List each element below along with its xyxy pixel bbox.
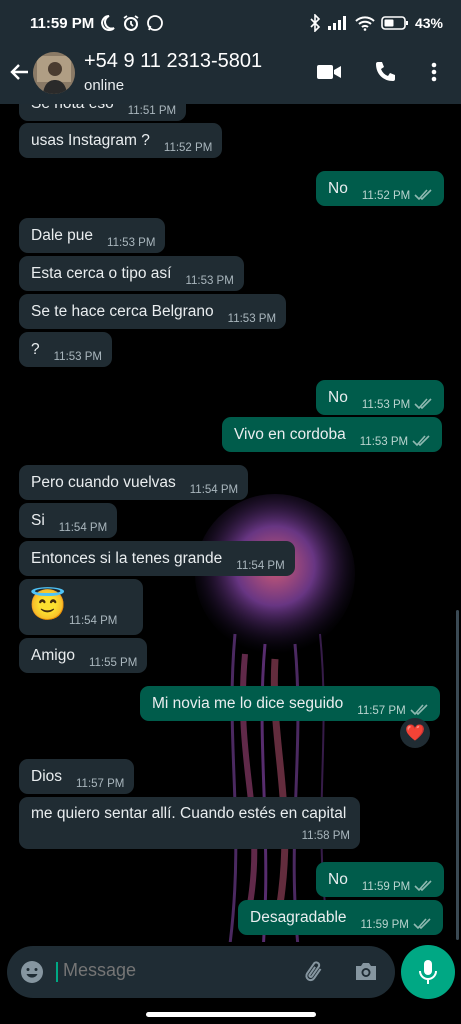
message-outgoing[interactable]: Vivo en cordoba 11:53 PM (222, 417, 443, 452)
message-text: Amigo (31, 647, 75, 664)
message-outgoing[interactable]: Desagradable 11:59 PM (238, 900, 443, 935)
message-time: 11:51 PM (127, 105, 177, 117)
message-text: Pero cuando vuelvas (31, 474, 176, 491)
message-outgoing[interactable]: No 11:59 PM (316, 862, 445, 897)
scrollbar[interactable] (456, 610, 459, 940)
message-incoming[interactable]: Se te hace cerca Belgrano 11:53 PM (19, 294, 287, 329)
message-time: 11:54 PM (236, 560, 285, 572)
message-time: 11:53 PM (185, 275, 234, 287)
message-time: 11:54 PM (58, 522, 108, 534)
signal-icon (327, 16, 346, 30)
message-outgoing[interactable]: Mi novia me lo dice seguido 11:57 PM (140, 686, 440, 721)
message-text: Se nota eso (31, 104, 114, 112)
read-receipt-icon (413, 918, 431, 930)
more-options-icon[interactable] (428, 60, 440, 84)
message-incoming[interactable]: Entonces si la tenes grande 11:54 PM (19, 541, 295, 576)
message-incoming[interactable]: Dios 11:57 PM (19, 759, 135, 794)
home-indicator[interactable] (146, 1012, 316, 1017)
message-incoming[interactable]: ? 11:53 PM (19, 332, 112, 367)
message-text: Se te hace cerca Belgrano (31, 303, 214, 320)
message-incoming[interactable]: Dale pue 11:53 PM (19, 218, 166, 253)
message-text: Entonces si la tenes grande (31, 550, 223, 567)
message-time: 11:55 PM (88, 657, 138, 669)
phone-icon[interactable] (373, 60, 397, 84)
message-time: 11:52 PM (361, 190, 411, 202)
message-text: Dale pue (31, 227, 94, 244)
message-time: 11:54 PM (69, 615, 118, 627)
message-incoming[interactable]: me quiero sentar allí. Cuando estés en c… (19, 797, 360, 849)
battery-icon (381, 16, 408, 30)
wifi-icon (355, 16, 375, 31)
attach-icon[interactable] (302, 958, 328, 986)
chat-area[interactable]: Se nota eso 11:51 PM usas Instagram ? 11:5… (0, 104, 461, 942)
message-text: ? (31, 341, 40, 358)
message-time: 11:53 PM (53, 351, 102, 363)
message-text: Dios (31, 768, 63, 785)
message-time: 11:57 PM (76, 778, 125, 790)
message-incoming[interactable]: usas Instagram ? 11:52 PM (19, 123, 223, 158)
message-time: 11:59 PM (360, 919, 409, 931)
message-outgoing[interactable]: No 11:52 PM (316, 171, 445, 206)
message-composer (7, 946, 395, 998)
status-time: 11:59 PM (30, 15, 95, 32)
message-text: Esta cerca o tipo así (31, 265, 172, 282)
status-icons-left (98, 14, 164, 32)
contact-status: online (84, 77, 125, 94)
message-text: Mi novia me lo dice seguido (152, 695, 344, 712)
whatsapp-notification-icon (147, 15, 163, 31)
message-text: Si (31, 512, 45, 529)
message-time: 11:57 PM (357, 705, 406, 717)
message-incoming[interactable]: Si 11:54 PM (19, 503, 118, 538)
message-text: No (328, 389, 348, 406)
message-time: 11:54 PM (189, 484, 239, 496)
message-time: 11:59 PM (361, 881, 411, 893)
message-incoming[interactable]: Amigo 11:55 PM (19, 638, 148, 673)
back-arrow-icon[interactable] (8, 60, 32, 84)
message-text: No (328, 871, 348, 888)
do-not-disturb-moon-icon (101, 15, 115, 31)
message-time: 11:53 PM (361, 399, 411, 411)
message-time: 11:58 PM (301, 830, 350, 842)
contact-avatar[interactable] (33, 52, 75, 94)
alarm-icon (123, 15, 139, 31)
message-text: Desagradable (250, 909, 347, 926)
video-call-icon[interactable] (316, 60, 342, 84)
message-text: No (328, 180, 348, 197)
text-cursor (56, 962, 58, 982)
heart-reaction-icon[interactable]: ❤️ (400, 718, 430, 748)
camera-icon[interactable] (353, 959, 379, 983)
message-incoming[interactable]: Se nota eso 11:51 PM (19, 104, 187, 121)
read-receipt-icon (412, 435, 430, 447)
message-text: me quiero sentar allí. Cuando estés en c… (31, 805, 347, 822)
read-receipt-icon (414, 880, 432, 892)
contact-name[interactable]: +54 9 11 2313-5801 (84, 50, 262, 73)
message-emoji: 😇 (29, 589, 67, 622)
bluetooth-icon (310, 14, 321, 32)
message-time: 11:53 PM (107, 237, 156, 249)
message-time: 11:53 PM (227, 313, 277, 325)
message-input[interactable] (63, 960, 283, 981)
message-incoming[interactable]: Esta cerca o tipo así 11:53 PM (19, 256, 244, 291)
read-receipt-icon (414, 189, 432, 201)
message-text: Vivo en cordoba (234, 426, 346, 443)
mic-icon (419, 960, 437, 984)
message-incoming[interactable]: Pero cuando vuelvas 11:54 PM (19, 465, 249, 500)
status-bar: 11:59 PM 43% (0, 0, 461, 48)
message-time: 11:53 PM (359, 436, 409, 448)
mic-button[interactable] (401, 945, 455, 999)
read-receipt-icon (410, 704, 428, 716)
read-receipt-icon (414, 398, 432, 410)
emoji-icon[interactable] (20, 960, 44, 984)
status-icons-right: 43% (309, 14, 443, 32)
message-outgoing[interactable]: No 11:53 PM (316, 380, 445, 415)
battery-percent: 43% (414, 15, 443, 31)
message-incoming[interactable]: 😇 11:54 PM (19, 579, 143, 635)
message-time: 11:52 PM (163, 142, 213, 154)
message-text: usas Instagram ? (31, 132, 150, 149)
chat-header: +54 9 11 2313-5801 online (0, 48, 461, 104)
